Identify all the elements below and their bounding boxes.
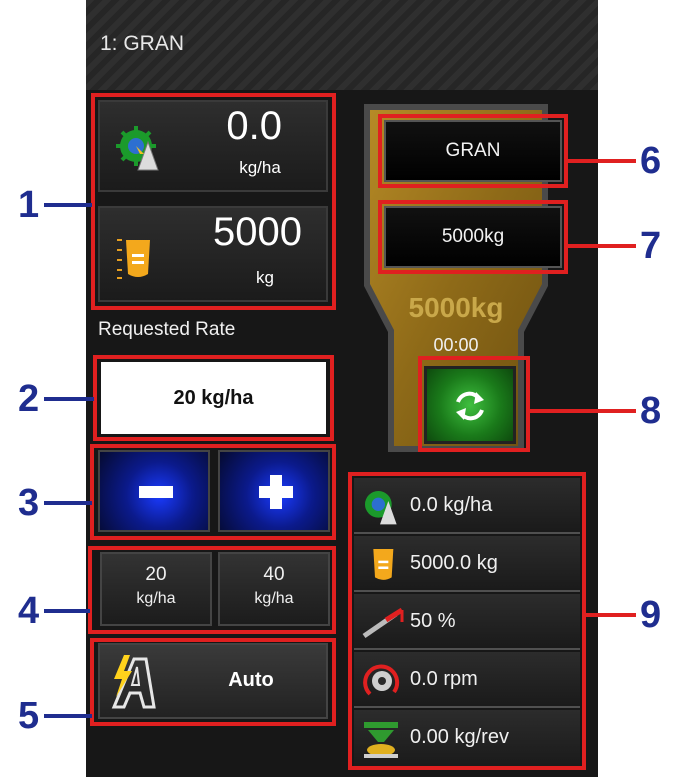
requested-rate-label: Requested Rate	[98, 319, 236, 340]
highlight-8	[418, 356, 530, 452]
callout-6: 6	[640, 140, 662, 182]
callout-9: 9	[640, 594, 662, 636]
highlight-9	[348, 472, 586, 770]
callout-1-leader	[44, 203, 92, 207]
callout-6-leader	[568, 159, 636, 163]
highlight-6	[378, 114, 568, 188]
callout-3-leader	[44, 501, 92, 505]
callout-5-leader	[44, 714, 92, 718]
callout-8-leader	[530, 409, 636, 413]
callout-8: 8	[640, 390, 662, 432]
highlight-1	[91, 93, 336, 310]
highlight-7	[378, 200, 568, 274]
callout-7-leader	[568, 244, 636, 248]
panel-title: 1: GRAN	[100, 32, 185, 55]
callout-2: 2	[18, 378, 40, 420]
callout-3: 3	[18, 482, 40, 524]
callout-5: 5	[18, 695, 40, 737]
callout-9-leader	[586, 613, 636, 617]
highlight-2	[93, 355, 334, 441]
highlight-4	[88, 546, 336, 634]
callout-2-leader	[44, 397, 94, 401]
highlight-5	[90, 638, 336, 726]
hopper-overlay-amount: 5000kg	[408, 292, 504, 323]
callout-4: 4	[18, 590, 40, 632]
callout-7: 7	[640, 225, 662, 267]
callout-1: 1	[18, 184, 40, 226]
hopper-time: 00:00	[433, 335, 479, 355]
highlight-3	[90, 444, 336, 540]
callout-4-leader	[44, 609, 90, 613]
